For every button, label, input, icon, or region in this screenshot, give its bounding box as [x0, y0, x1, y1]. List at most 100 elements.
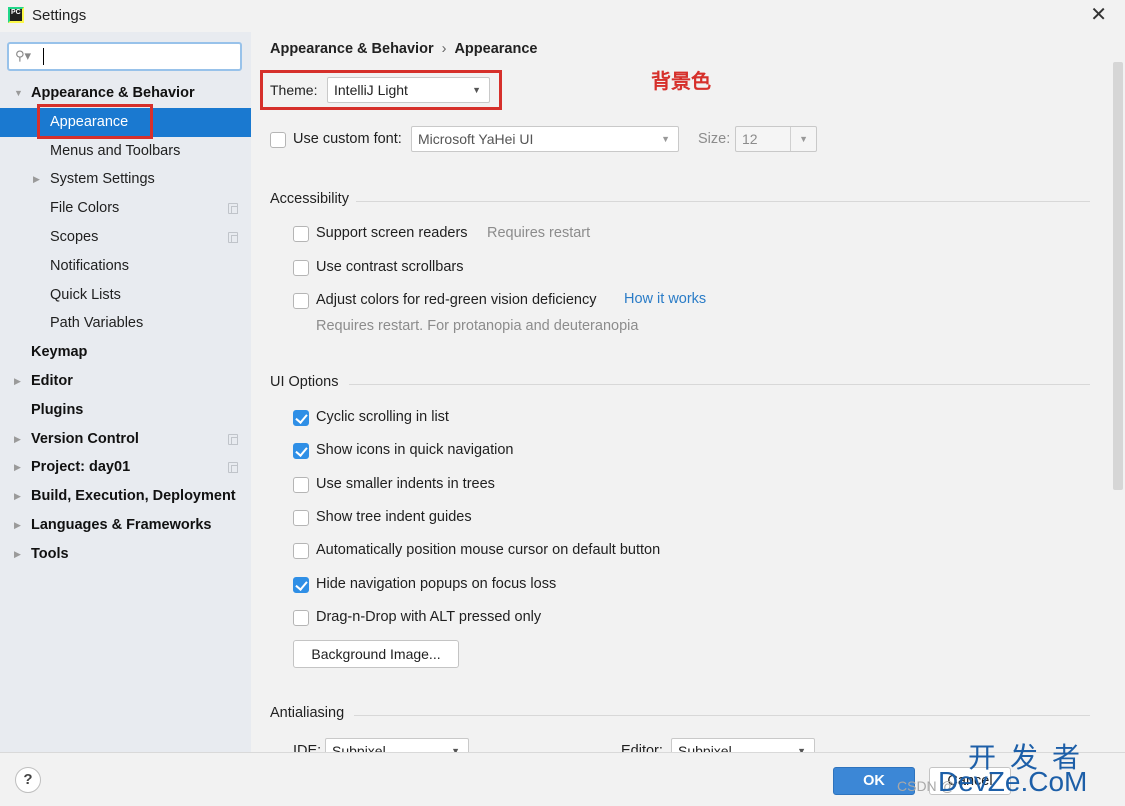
editor-antialiasing-dropdown[interactable]: Subpixel ▼ [671, 738, 815, 752]
text-caret [43, 48, 44, 65]
sidebar-item-scopes[interactable]: Scopes [0, 223, 251, 252]
sidebar-item-label: System Settings [50, 171, 155, 188]
chevron-right-icon[interactable]: ▶ [14, 511, 21, 540]
sidebar-item-tools[interactable]: ▶ Tools [0, 540, 251, 569]
font-dropdown[interactable]: Microsoft YaHei UI ▼ [411, 126, 679, 152]
ui-option-checkbox[interactable] [293, 443, 309, 460]
sidebar-item-system-settings[interactable]: ▶ System Settings [0, 165, 251, 194]
ui-option-label: Use smaller indents in trees [316, 475, 495, 492]
chevron-right-icon[interactable]: ▶ [14, 453, 21, 482]
editor-antialiasing-value: Subpixel [678, 743, 732, 752]
red-green-vision-label: Adjust colors for red-green vision defic… [316, 292, 597, 308]
ui-option-label: Cyclic scrolling in list [316, 409, 449, 425]
antialiasing-section-title: Antialiasing [270, 705, 345, 721]
ui-option-label: Show icons in quick navigation [316, 442, 514, 459]
chevron-down-icon: ▼ [797, 746, 806, 752]
settings-sidebar: ⚲▾ ▼ Appearance & Behavior Appearance Menus… [0, 32, 251, 752]
ui-option-label: Show tree indent guides [316, 508, 472, 525]
theme-value: IntelliJ Light [334, 82, 408, 98]
red-green-vision-checkbox[interactable] [293, 293, 309, 309]
sidebar-item-label: File Colors [50, 200, 120, 217]
window-title: Settings [32, 7, 87, 24]
support-screen-readers-label: Support screen readers [316, 225, 468, 241]
ui-option-checkbox[interactable] [293, 609, 309, 626]
breadcrumb: Appearance & Behavior › Appearance [270, 41, 537, 57]
sidebar-item-menus-and-toolbars[interactable]: Menus and Toolbars [0, 137, 251, 166]
ui-option-checkbox[interactable] [293, 476, 309, 493]
chevron-down-icon[interactable]: ▼ [14, 79, 23, 108]
close-icon[interactable]: ✕ [1090, 5, 1107, 25]
use-custom-font-label: Use custom font: [293, 131, 402, 147]
sidebar-item-label: Quick Lists [50, 286, 121, 303]
sidebar-item-label: Appearance [50, 113, 129, 130]
requires-restart-hint: Requires restart [487, 225, 591, 241]
sidebar-item-languages-frameworks[interactable]: ▶ Languages & Frameworks [0, 511, 251, 540]
annotation-text: 背景色 [651, 71, 711, 93]
sidebar-item-label: Project: day01 [31, 459, 131, 476]
contrast-scrollbars-checkbox[interactable] [293, 260, 309, 276]
theme-dropdown[interactable]: IntelliJ Light ▼ [327, 77, 490, 103]
chevron-right-icon[interactable]: ▶ [14, 367, 21, 396]
search-input[interactable]: ⚲▾ [7, 42, 242, 71]
sidebar-item-label: Path Variables [50, 315, 144, 332]
font-size-dropdown[interactable]: 12 ▼ [735, 126, 817, 152]
sidebar-item-plugins[interactable]: Plugins [0, 396, 251, 425]
ide-antialiasing-value: Subpixel [332, 743, 386, 752]
background-image-button[interactable]: Background Image... [293, 640, 459, 668]
font-value: Microsoft YaHei UI [418, 131, 534, 147]
chevron-right-icon[interactable]: ▶ [14, 425, 21, 454]
red-green-hint: Requires restart. For protanopia and deu… [316, 318, 639, 334]
chevron-down-icon: ▼ [451, 746, 460, 752]
editor-antialiasing-label: Editor: [621, 743, 663, 752]
sidebar-item-path-variables[interactable]: Path Variables [0, 309, 251, 338]
title-bar: PC Settings ✕ [0, 0, 1125, 32]
chevron-right-icon[interactable]: ▶ [14, 540, 21, 569]
sidebar-item-appearance-behavior[interactable]: ▼ Appearance & Behavior [0, 79, 251, 108]
sidebar-item-label: Keymap [31, 344, 88, 361]
settings-tree: ▼ Appearance & Behavior Appearance Menus an… [0, 79, 251, 569]
sidebar-item-quick-lists[interactable]: Quick Lists [0, 281, 251, 310]
sidebar-item-label: Languages & Frameworks [31, 516, 212, 533]
how-it-works-link[interactable]: How it works [624, 291, 706, 307]
sidebar-item-label: Editor [31, 372, 73, 389]
sidebar-item-notifications[interactable]: Notifications [0, 252, 251, 281]
sidebar-item-label: Menus and Toolbars [50, 142, 181, 159]
ide-antialiasing-label: IDE: [293, 743, 322, 752]
font-size-value: 12 [742, 131, 758, 147]
breadcrumb-current: Appearance [454, 41, 538, 57]
sidebar-item-label: Scopes [50, 228, 99, 245]
sidebar-item-appearance[interactable]: Appearance [0, 107, 251, 137]
section-divider [356, 201, 1090, 202]
ui-option-checkbox[interactable] [293, 543, 309, 560]
project-scope-icon [228, 433, 238, 445]
ui-option-checkbox[interactable] [293, 509, 309, 526]
section-divider [354, 715, 1090, 716]
sidebar-item-version-control[interactable]: ▶ Version Control [0, 425, 251, 454]
ui-option-label: Hide navigation popups on focus loss [316, 575, 557, 592]
help-button[interactable]: ? [15, 767, 41, 793]
sidebar-item-file-colors[interactable]: File Colors [0, 194, 251, 223]
project-scope-icon [228, 203, 238, 215]
chevron-right-icon[interactable]: ▶ [14, 482, 21, 511]
sidebar-item-label: Version Control [31, 430, 139, 447]
sidebar-item-label: Notifications [50, 257, 129, 274]
ide-antialiasing-dropdown[interactable]: Subpixel ▼ [325, 738, 469, 752]
sidebar-item-project-day01[interactable]: ▶ Project: day01 [0, 453, 251, 482]
sidebar-item-editor[interactable]: ▶ Editor [0, 367, 251, 396]
sidebar-item-keymap[interactable]: Keymap [0, 338, 251, 367]
ui-option-checkbox[interactable] [293, 410, 309, 426]
dropdown-divider [790, 127, 791, 151]
vertical-scrollbar[interactable] [1113, 62, 1123, 490]
sidebar-item-label: Build, Execution, Deployment [31, 488, 236, 505]
ui-option-checkbox[interactable] [293, 576, 309, 593]
sidebar-item-build-execution-deployment[interactable]: ▶ Build, Execution, Deployment [0, 482, 251, 511]
contrast-scrollbars-label: Use contrast scrollbars [316, 259, 464, 275]
project-scope-icon [228, 231, 238, 243]
sidebar-item-label: Tools [31, 545, 69, 562]
use-custom-font-checkbox[interactable] [270, 132, 286, 148]
chevron-right-icon[interactable]: ▶ [33, 165, 40, 194]
support-screen-readers-checkbox[interactable] [293, 226, 309, 242]
ui-option-label: Drag-n-Drop with ALT pressed only [316, 608, 542, 625]
breadcrumb-parent[interactable]: Appearance & Behavior [270, 41, 434, 57]
accessibility-section-title: Accessibility [270, 191, 349, 207]
